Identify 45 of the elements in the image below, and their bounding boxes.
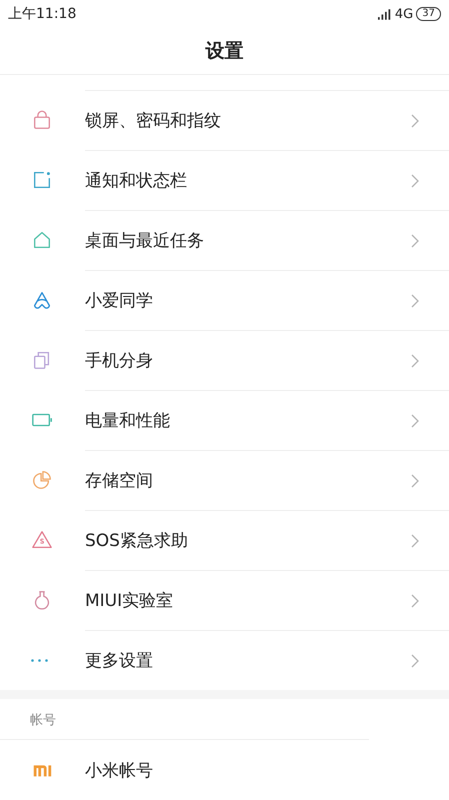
chevron-icon xyxy=(411,174,419,188)
clock-time: 上午11:18 xyxy=(8,5,76,24)
item-label: 小米帐号 xyxy=(85,760,153,782)
house-icon xyxy=(31,229,53,251)
page-title: 设置 xyxy=(206,39,244,64)
network-type: 4G xyxy=(394,6,414,22)
assistant-icon xyxy=(31,289,53,311)
item-label: 锁屏、密码和指纹 xyxy=(85,110,221,132)
settings-item[interactable]: 小米帐号 xyxy=(0,740,449,800)
settings-item[interactable]: MIUI实验室 xyxy=(0,570,449,630)
chevron-icon xyxy=(411,474,419,488)
chevron-icon xyxy=(411,414,419,428)
item-label: 桌面与最近任务 xyxy=(85,230,204,252)
chevron-icon xyxy=(411,534,419,548)
signal-icon xyxy=(378,8,392,20)
settings-item[interactable]: 手机分身 xyxy=(0,330,449,390)
settings-item[interactable]: 存储空间 xyxy=(0,450,449,510)
item-label: 电量和性能 xyxy=(85,410,170,432)
settings-item[interactable]: 更多设置 xyxy=(0,630,449,690)
more-icon xyxy=(31,658,48,662)
chevron-icon xyxy=(411,114,419,128)
section-header: 帐号 xyxy=(0,699,369,740)
settings-item[interactable]: SOS紧急求助 xyxy=(0,510,449,570)
settings-item[interactable]: 电量和性能 xyxy=(0,390,449,450)
lock-icon xyxy=(31,109,53,131)
chevron-icon xyxy=(411,354,419,368)
settings-item[interactable]: 桌面与最近任务 xyxy=(0,210,449,270)
item-label: MIUI实验室 xyxy=(85,590,174,612)
settings-item[interactable]: 小爱同学 xyxy=(0,270,449,330)
settings-item[interactable]: 锁屏、密码和指纹 xyxy=(0,90,449,150)
item-label: 存储空间 xyxy=(85,470,153,492)
battery-level: 37 xyxy=(416,7,441,22)
chevron-icon xyxy=(411,234,419,248)
chevron-icon xyxy=(411,294,419,308)
chevron-icon xyxy=(411,594,419,608)
pie-chart-icon xyxy=(31,469,53,491)
warning-triangle-icon xyxy=(31,529,53,551)
notification-icon xyxy=(31,169,53,191)
item-label: 通知和状态栏 xyxy=(85,170,187,192)
item-label: 更多设置 xyxy=(85,650,153,672)
item-label: SOS紧急求助 xyxy=(85,530,188,552)
item-label: 手机分身 xyxy=(85,350,153,372)
item-label: 小爱同学 xyxy=(85,290,153,312)
settings-item[interactable]: 通知和状态栏 xyxy=(0,150,449,210)
chevron-icon xyxy=(411,654,419,668)
